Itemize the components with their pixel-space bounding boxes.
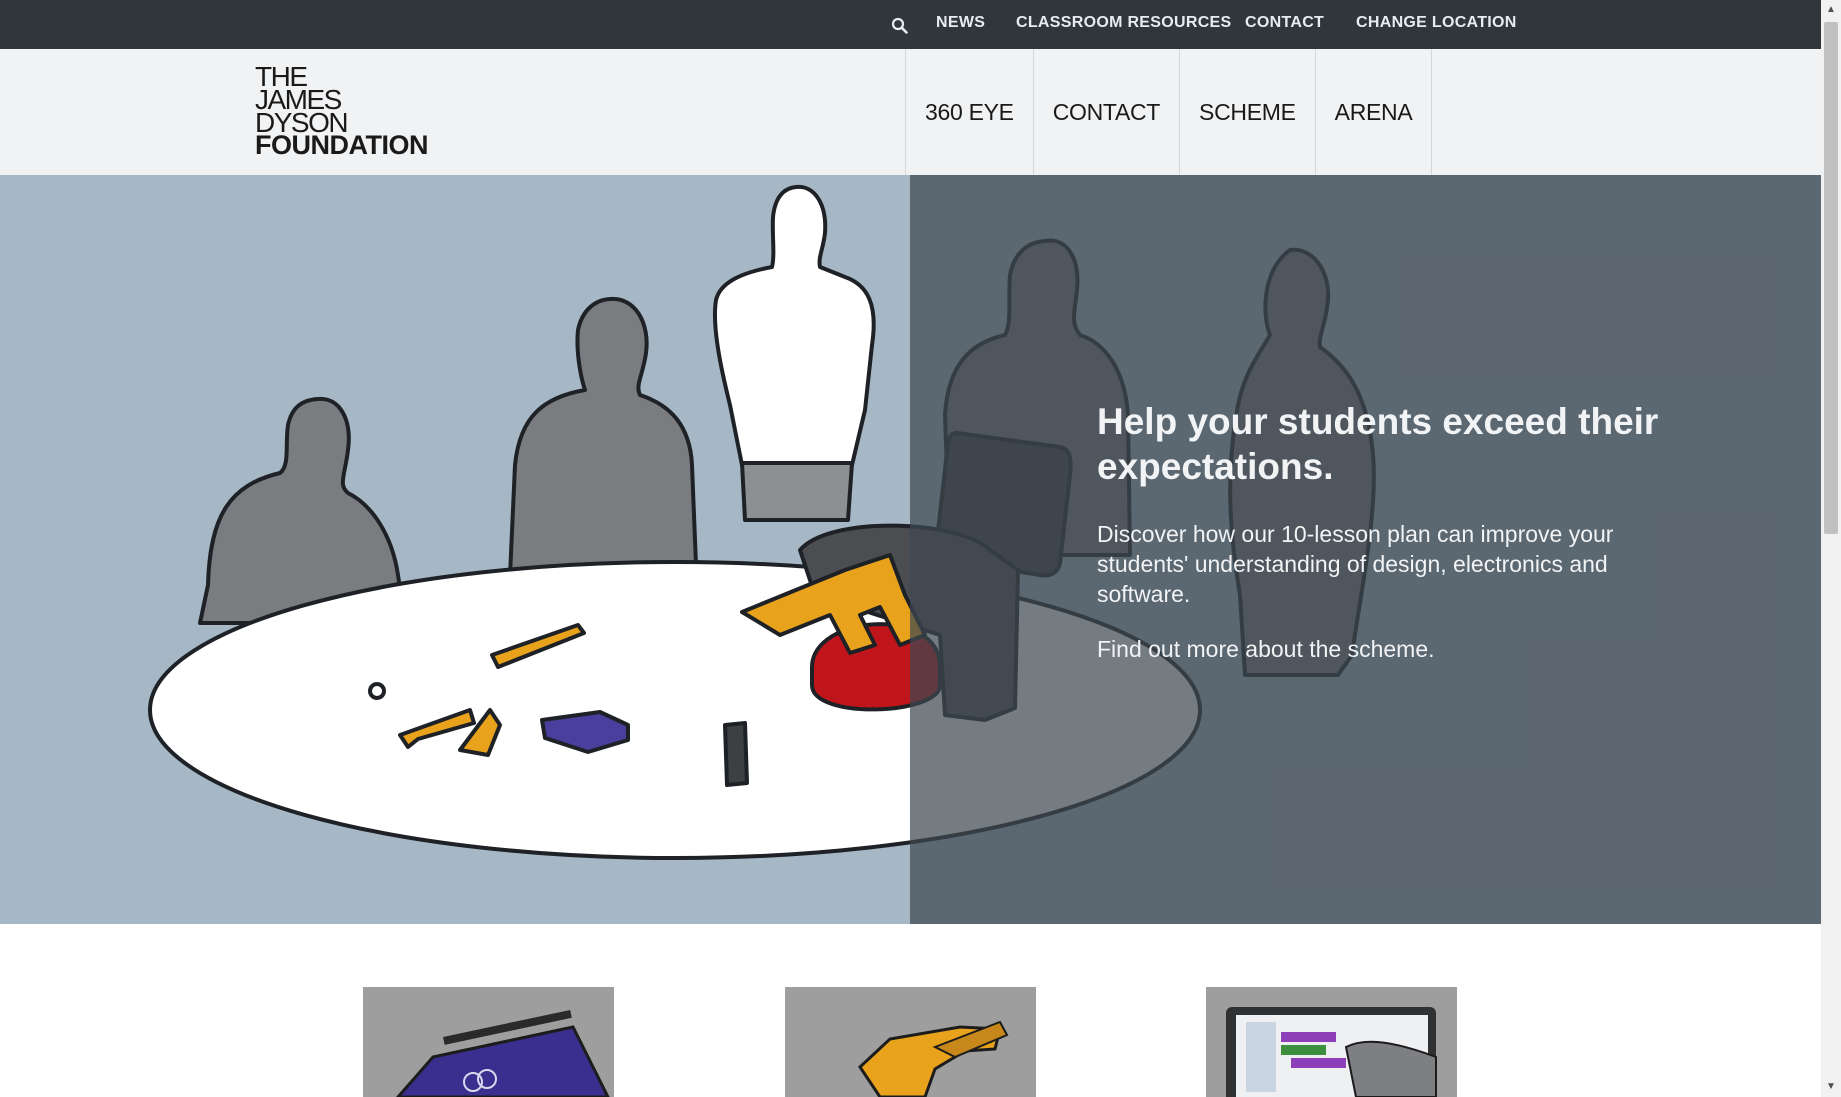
nav-item-scheme[interactable]: SCHEME [1180,49,1316,175]
hero-heading: Help your students exceed their expectat… [1097,401,1659,487]
feature-card-design[interactable] [785,987,1036,1097]
main-header: THE JAMES DYSON FOUNDATION 360 EYE CONTA… [0,49,1821,175]
utility-bar: NEWS CLASSROOM RESOURCES CONTACT CHANGE … [0,0,1821,49]
feature-card-electronics[interactable] [363,987,614,1097]
logo-line-foundation: FOUNDATION [255,130,428,160]
hero-body: Discover how our 10-lesson plan can impr… [1097,521,1614,607]
scrollbar-thumb[interactable] [1824,22,1838,534]
search-icon[interactable] [891,17,909,35]
arduino-board-image [396,1009,610,1097]
hero-banner: Help your students exceed their expectat… [0,175,1821,924]
utility-link-news[interactable]: NEWS [936,14,985,32]
utility-link-classroom-resources[interactable]: CLASSROOM RESOURCES [1016,14,1232,32]
scroll-up-icon[interactable]: ▲ [1826,4,1836,15]
feature-cards [0,987,1821,1097]
page-scrollbar[interactable]: ▲ ▼ [1821,0,1841,1097]
hero-copy: Help your students exceed their expectat… [1097,399,1687,689]
robot-arm-part-image [858,1020,1009,1097]
hero-link-scheme[interactable]: Find out more about the scheme. [1097,634,1687,664]
nav-item-contact[interactable]: CONTACT [1034,49,1181,175]
utility-link-change-location[interactable]: CHANGE LOCATION [1356,14,1517,32]
utility-link-contact[interactable]: CONTACT [1245,14,1324,32]
scroll-down-icon[interactable]: ▼ [1826,1081,1836,1092]
main-nav: 360 EYE CONTACT SCHEME ARENA [905,49,1433,175]
nav-item-360-eye[interactable]: 360 EYE [906,49,1034,175]
tablet-software-image [1226,1007,1437,1097]
logo[interactable]: THE JAMES DYSON FOUNDATION [255,63,455,160]
nav-item-arena[interactable]: ARENA [1316,49,1433,175]
feature-card-software[interactable] [1206,987,1457,1097]
